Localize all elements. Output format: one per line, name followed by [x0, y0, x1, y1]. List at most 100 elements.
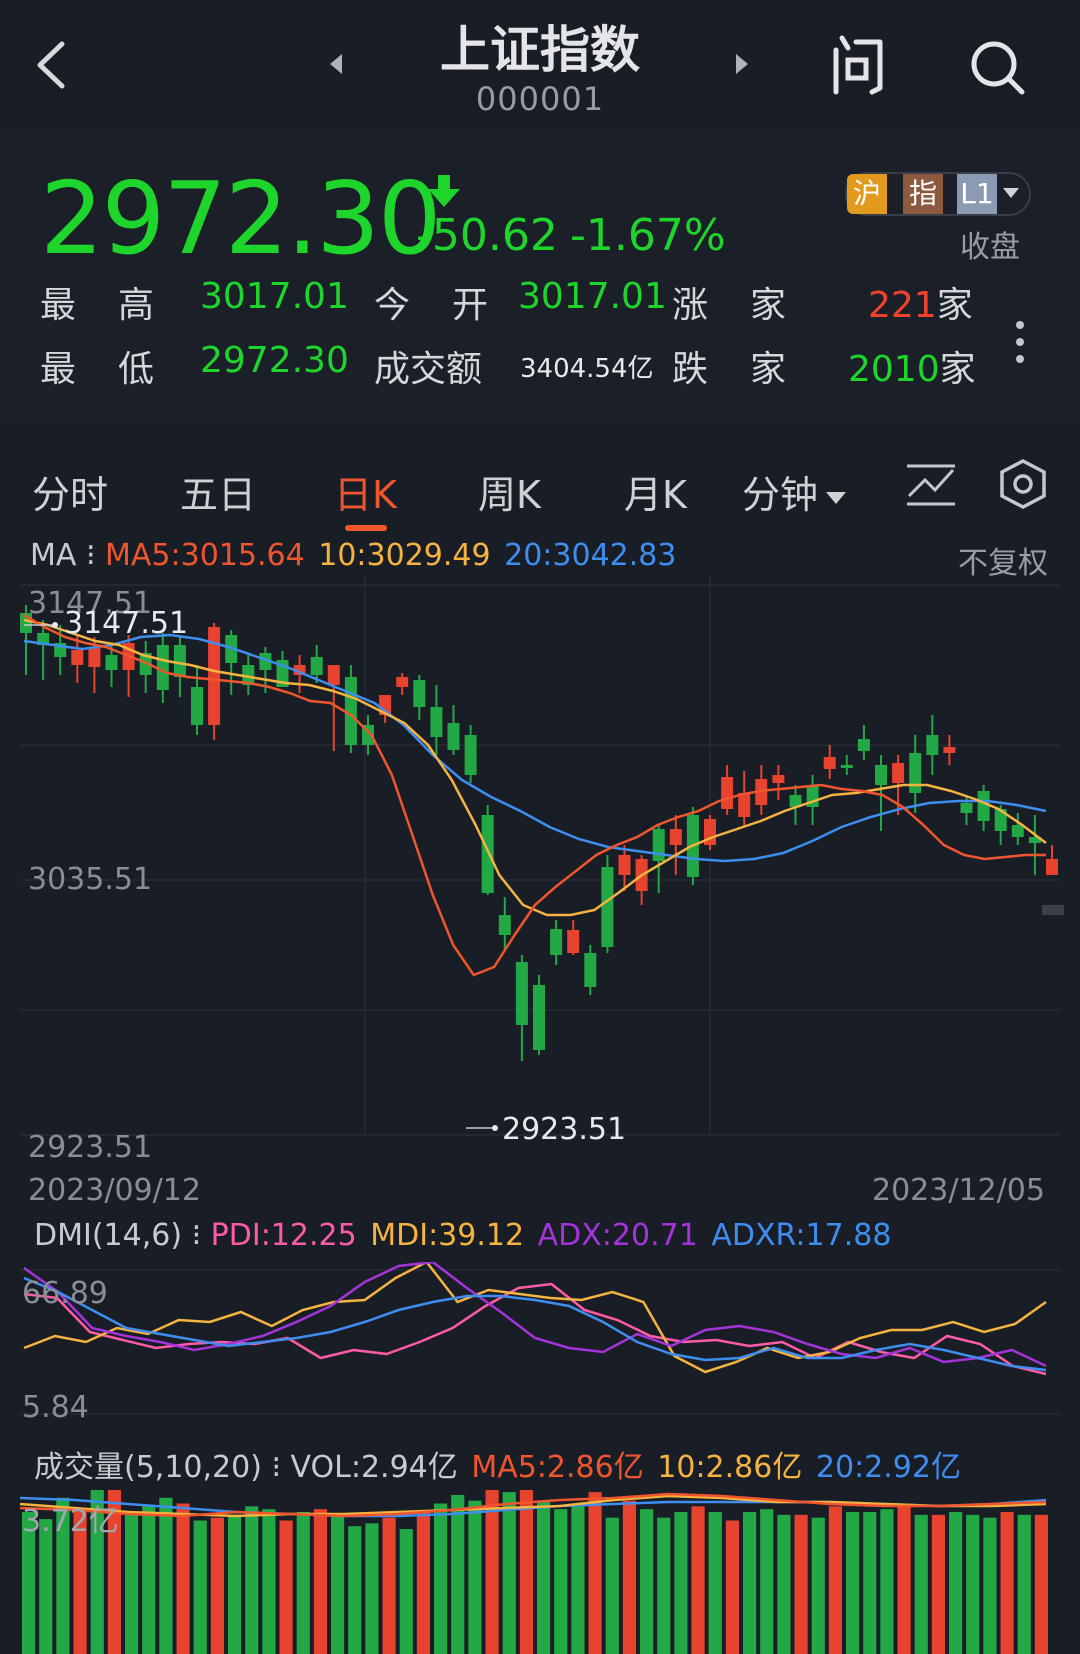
dmi-y-top: 66.89	[22, 1276, 108, 1311]
volume-value: VOL:2.94亿	[290, 1450, 458, 1485]
candle-body	[533, 985, 545, 1050]
volume-bar	[193, 1520, 207, 1654]
dmi-adx-value: ADX:20.71	[537, 1218, 698, 1253]
open-label-1: 今	[374, 285, 411, 326]
candle-body	[464, 735, 477, 775]
market-level-switch[interactable]: 沪 指 L1	[845, 172, 1031, 216]
up-count-unit: 家	[936, 285, 973, 326]
volume-bar	[657, 1517, 671, 1654]
dmi-adxr-line	[23, 1276, 1047, 1372]
turnover-value: 3404.54亿	[520, 354, 654, 384]
tab-daily-k[interactable]: 日K	[334, 464, 397, 519]
volume-bar	[468, 1500, 482, 1654]
volume-bar	[142, 1506, 156, 1654]
more-vertical-icon[interactable]	[1014, 320, 1026, 364]
volume-legend-sep: ⁝	[261, 1450, 291, 1485]
dmi-chart[interactable]	[0, 1262, 1080, 1432]
volume-bar	[125, 1512, 139, 1654]
search-icon[interactable]	[968, 38, 1028, 98]
candle-body	[857, 739, 870, 751]
candle-body	[669, 829, 682, 845]
back-arrow-icon[interactable]	[30, 38, 74, 92]
drawing-tool-icon[interactable]	[905, 462, 957, 508]
up-label-2: 家	[750, 285, 787, 326]
tab-intraday[interactable]: 分时	[32, 464, 108, 519]
volume-ma20-value: 20:2.92亿	[815, 1450, 961, 1485]
tab-monthly-k[interactable]: 月K	[624, 464, 687, 519]
ask-question-icon[interactable]	[828, 34, 886, 96]
tab-minute[interactable]: 分钟	[742, 464, 847, 519]
volume-bar	[674, 1512, 688, 1654]
volume-bar	[846, 1512, 860, 1654]
page-title: 上证指数	[440, 21, 640, 79]
volume-bar	[382, 1517, 396, 1654]
candle-body	[327, 665, 340, 685]
volume-bar	[725, 1520, 739, 1654]
volume-bar	[228, 1514, 242, 1654]
price-change-percent: -1.67%	[570, 210, 726, 261]
ma-legend: MA ⁝ MA5:3015.64 10:3029.49 20:3042.83	[30, 538, 676, 573]
next-stock-icon[interactable]	[732, 52, 750, 76]
tab-five-day[interactable]: 五日	[180, 464, 256, 519]
dmi-adx-line	[23, 1262, 1047, 1368]
up-count: 221家	[868, 276, 973, 328]
candle-body	[71, 650, 84, 665]
volume-bar	[331, 1514, 345, 1654]
volume-bar	[485, 1490, 499, 1654]
volume-bar	[760, 1509, 774, 1654]
candle-body	[840, 765, 853, 768]
tab-minute-label: 分钟	[742, 473, 819, 517]
volume-bar	[640, 1509, 654, 1654]
turnover-label: 成交额	[374, 349, 483, 390]
down-label-1: 跌	[672, 349, 709, 390]
volume-bar	[794, 1514, 808, 1654]
volume-bar	[983, 1517, 997, 1654]
up-count-value: 221	[868, 285, 937, 326]
index-badge: 指	[903, 174, 943, 214]
candle-body	[618, 855, 631, 875]
volume-bar	[914, 1514, 928, 1654]
dmi-mdi-line	[23, 1262, 1047, 1374]
open-label-2: 开	[452, 285, 489, 326]
volume-bar	[1000, 1512, 1014, 1654]
candle-body	[344, 677, 357, 745]
candle-body	[601, 867, 614, 947]
previous-stock-icon[interactable]	[328, 52, 346, 76]
volume-bar	[1034, 1514, 1048, 1654]
dmi-legend-label: DMI(14,6)	[34, 1218, 183, 1253]
volume-bar	[348, 1526, 362, 1654]
candle-body	[977, 791, 990, 821]
candle-body	[173, 645, 186, 677]
volume-bar	[176, 1503, 190, 1654]
volume-bar	[743, 1512, 757, 1654]
settings-icon[interactable]	[998, 458, 1048, 510]
volume-ma5-value: MA5:2.86亿	[471, 1450, 644, 1485]
kline-chart[interactable]	[0, 575, 1080, 1175]
candle-body	[926, 735, 939, 755]
volume-bar	[622, 1500, 636, 1654]
level-badge: L1	[957, 174, 997, 214]
candle-body	[430, 707, 443, 737]
volume-bar	[966, 1514, 980, 1654]
volume-bar	[691, 1506, 705, 1654]
high-label-2: 高	[118, 285, 155, 326]
stock-code: 000001	[475, 80, 605, 118]
volume-bar	[897, 1506, 911, 1654]
volume-bar	[262, 1509, 276, 1654]
low-value: 2972.30	[200, 340, 349, 381]
volume-bar	[434, 1503, 448, 1654]
volume-chart[interactable]	[0, 1490, 1080, 1654]
tab-weekly-k[interactable]: 周K	[478, 464, 541, 519]
caret-down-icon	[1003, 188, 1019, 198]
candle-body	[738, 793, 751, 817]
volume-bar	[296, 1512, 310, 1654]
volume-y-top: 3.72亿	[22, 1504, 119, 1539]
volume-bar	[519, 1490, 533, 1654]
dmi-adxr-value: ADXR:17.88	[711, 1218, 892, 1253]
volume-bar	[245, 1506, 259, 1654]
low-label-1: 最	[40, 349, 77, 390]
volume-bar	[588, 1492, 602, 1654]
candle-body	[960, 803, 973, 813]
volume-bar	[399, 1529, 413, 1654]
candle-body	[909, 753, 922, 793]
